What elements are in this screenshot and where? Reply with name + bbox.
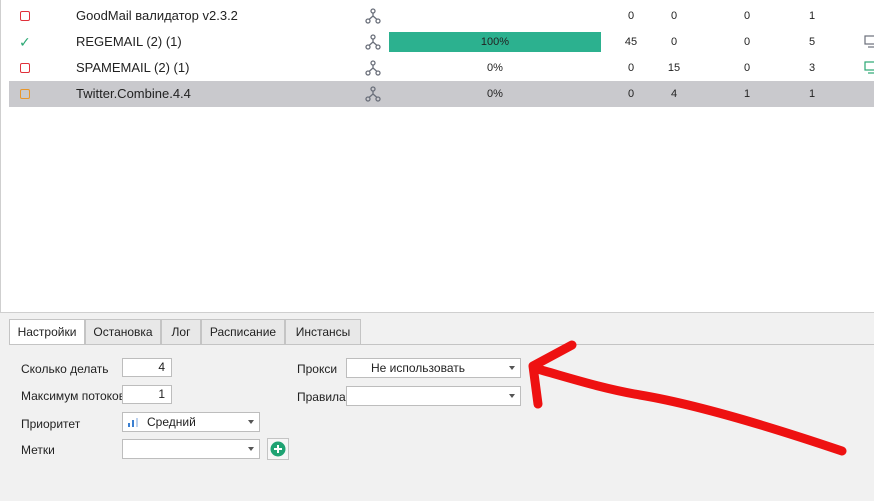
max-count: 1: [808, 88, 816, 100]
progress-bar: 0%: [389, 58, 601, 78]
progress-bar: 0%: [389, 84, 601, 104]
proxy-value: Не использовать: [371, 361, 465, 375]
task-row[interactable]: ✓ REGEMAIL (2) (1) 100% 45 0 0 5: [9, 29, 874, 55]
paused-status-icon: [19, 87, 33, 101]
stopped-status-icon: [19, 9, 33, 23]
progress-text: 0%: [487, 88, 503, 100]
plus-circle-icon: [270, 441, 286, 457]
threads-count: 0: [743, 62, 751, 74]
progress-text: 100%: [480, 36, 510, 48]
max-count: 3: [808, 62, 816, 74]
success-count: 0: [627, 62, 635, 74]
success-count: 0: [627, 10, 635, 22]
proxy-label: Прокси: [297, 362, 338, 376]
count-label: Сколько делать: [21, 362, 109, 376]
priority-bars-icon: [128, 418, 138, 427]
priority-select[interactable]: Средний: [122, 412, 260, 432]
threads-count: 0: [743, 10, 751, 22]
threads-label: Максимум потоков: [21, 389, 126, 403]
priority-label: Приоритет: [21, 417, 81, 431]
proxy-select[interactable]: Не использовать: [346, 358, 521, 378]
project-graph-icon[interactable]: [365, 60, 381, 76]
fail-count: 4: [670, 88, 678, 100]
monitor-icon[interactable]: [864, 33, 874, 51]
tab-stop[interactable]: Остановка: [85, 319, 161, 344]
chevron-down-icon: [509, 366, 515, 370]
task-row[interactable]: Twitter.Combine.4.4 0% 0 4 1 1: [9, 81, 874, 107]
success-count: 0: [627, 88, 635, 100]
task-settings-panel: Настройки Остановка Лог Расписание Инста…: [0, 312, 874, 501]
tab-schedule[interactable]: Расписание: [201, 319, 285, 344]
tags-select[interactable]: [122, 439, 260, 459]
task-name: GoodMail валидатор v2.3.2: [76, 8, 238, 23]
fail-count: 15: [667, 62, 681, 74]
rules-label: Правила: [297, 390, 346, 404]
chevron-down-icon: [509, 394, 515, 398]
chevron-down-icon: [248, 447, 254, 451]
task-name: SPAMEMAIL (2) (1): [76, 60, 190, 75]
project-graph-icon[interactable]: [365, 8, 381, 24]
priority-value: Средний: [147, 415, 196, 429]
tab-divider: [9, 344, 874, 345]
check-icon: ✓: [19, 34, 31, 50]
threads-count: 0: [743, 36, 751, 48]
tags-label: Метки: [21, 443, 55, 457]
threads-count: 1: [743, 88, 751, 100]
tab-settings[interactable]: Настройки: [9, 319, 85, 345]
chevron-down-icon: [248, 420, 254, 424]
rules-select[interactable]: [346, 386, 521, 406]
threads-input[interactable]: 1: [122, 385, 172, 404]
monitor-icon[interactable]: [864, 59, 874, 77]
progress-bar: 100%: [389, 32, 601, 52]
fail-count: 0: [670, 36, 678, 48]
progress-text: 0%: [487, 62, 503, 74]
task-row[interactable]: SPAMEMAIL (2) (1) 0% 0 15 0 3: [9, 55, 874, 81]
project-graph-icon[interactable]: [365, 34, 381, 50]
success-count: 45: [624, 36, 638, 48]
fail-count: 0: [670, 10, 678, 22]
tab-instances[interactable]: Инстансы: [285, 319, 361, 344]
task-list: GoodMail валидатор v2.3.2 0 0 0 1 ✓ REGE…: [0, 0, 874, 312]
project-graph-icon[interactable]: [365, 86, 381, 102]
task-row[interactable]: GoodMail валидатор v2.3.2 0 0 0 1: [9, 3, 874, 29]
task-name: Twitter.Combine.4.4: [76, 86, 191, 101]
add-tag-button[interactable]: [267, 438, 289, 460]
max-count: 5: [808, 36, 816, 48]
stopped-status-icon: [19, 61, 33, 75]
task-name: REGEMAIL (2) (1): [76, 34, 182, 49]
count-input[interactable]: 4: [122, 358, 172, 377]
tab-log[interactable]: Лог: [161, 319, 201, 344]
max-count: 1: [808, 10, 816, 22]
